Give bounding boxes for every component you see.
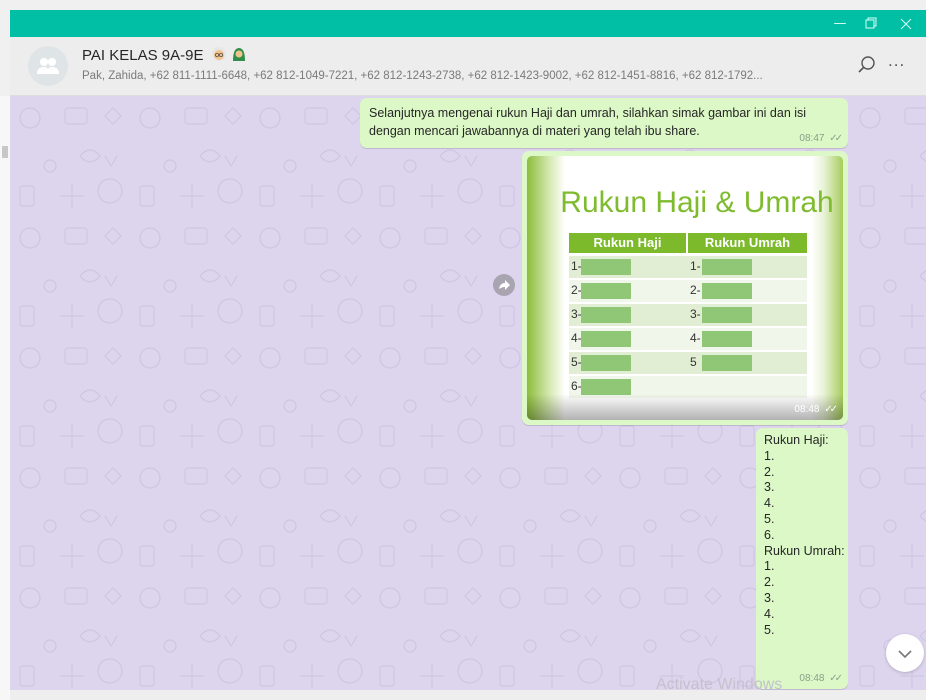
message-bubble[interactable]: Rukun Haji: 1. 2. 3. 4. 5. 6. Rukun Umra…	[756, 428, 848, 689]
message-time: 08:47	[799, 133, 825, 144]
scroll-down-button[interactable]	[886, 634, 924, 672]
message-time: 08:48	[794, 404, 820, 415]
row-label-umrah: 3-	[690, 307, 701, 321]
compose-bar-edge	[10, 690, 926, 700]
image-table-header-haji: Rukun Haji	[569, 233, 686, 253]
image-table-row: 2- 2-	[569, 280, 807, 302]
restore-icon[interactable]	[856, 14, 884, 34]
old-woman-emoji	[211, 47, 226, 61]
image-title: Rukun Haji & Umrah	[560, 186, 834, 219]
title-bar: —	[10, 10, 926, 37]
blank-box	[702, 331, 752, 347]
message-line: 4.	[764, 606, 775, 621]
message-line: 1.	[764, 448, 775, 463]
search-icon[interactable]	[854, 52, 880, 78]
message-time: 08:48	[799, 673, 825, 684]
message-lines: Rukun Haji: 1. 2. 3. 4. 5. 6. Rukun Umra…	[764, 433, 845, 638]
image-table-row: 5- 5	[569, 352, 807, 374]
left-edge-mark	[2, 146, 8, 158]
woman-headscarf-emoji	[232, 48, 245, 61]
forward-icon	[499, 280, 510, 290]
chat-panel[interactable]: Selanjutnya mengenai rukun Haji dan umra…	[10, 96, 926, 700]
blank-box	[702, 259, 752, 275]
forward-button[interactable]	[493, 274, 515, 296]
activate-windows-watermark: Activate Windows	[656, 676, 783, 693]
blank-box	[702, 283, 752, 299]
image-table-row: 1- 1-	[569, 256, 807, 278]
message-text: Selanjutnya mengenai rukun Haji dan umra…	[369, 106, 807, 138]
blank-box	[702, 307, 752, 323]
row-label-umrah: 1-	[690, 259, 701, 273]
image-table-row: 3- 3-	[569, 304, 807, 326]
message-line: 1.	[764, 559, 775, 574]
message-line: Rukun Haji:	[764, 433, 829, 447]
group-title[interactable]: PAI KELAS 9A-9E	[82, 46, 247, 64]
message-line: 5.	[764, 622, 775, 637]
blank-box	[581, 331, 631, 347]
left-edge	[0, 96, 10, 700]
message-line: Rukun Umrah:	[764, 543, 845, 558]
message-line: 3.	[764, 590, 775, 605]
double-check-icon: ✓✓	[829, 673, 843, 684]
group-icon	[37, 58, 59, 74]
row-label-umrah: 4-	[690, 331, 701, 345]
blank-box	[702, 355, 752, 371]
menu-dots-icon[interactable]: ...	[888, 51, 914, 77]
message-image[interactable]: Rukun Haji & Umrah Rukun Haji Rukun Umra…	[527, 156, 843, 420]
message-line: 3.	[764, 480, 775, 495]
blank-box	[581, 355, 631, 371]
message-meta: 08:47 ✓✓	[799, 133, 843, 144]
chevron-down-icon	[898, 650, 912, 659]
group-avatar[interactable]	[28, 46, 68, 86]
group-members: Pak, Zahida, +62 811-1111-6648, +62 812-…	[82, 70, 763, 82]
image-table-row: 4- 4-	[569, 328, 807, 350]
chat-header[interactable]: PAI KELAS 9A-9E Pak, Zahida, +62 811-111…	[10, 37, 926, 96]
double-check-icon: ✓✓	[829, 133, 843, 144]
minimize-icon[interactable]: —	[826, 14, 854, 34]
group-name: PAI KELAS 9A-9E	[82, 47, 204, 64]
message-bubble[interactable]: Selanjutnya mengenai rukun Haji dan umra…	[360, 98, 848, 148]
blank-box	[581, 307, 631, 323]
message-meta: 08:48 ✓✓	[799, 673, 843, 684]
blank-box	[581, 259, 631, 275]
image-meta: 08:48 ✓✓	[794, 404, 838, 415]
message-line: 6.	[764, 527, 775, 542]
double-check-icon: ✓✓	[824, 404, 838, 415]
message-line: 2.	[764, 464, 775, 479]
row-label-umrah: 5	[690, 355, 697, 369]
message-line: 2.	[764, 575, 775, 590]
image-message-bubble[interactable]: Rukun Haji & Umrah Rukun Haji Rukun Umra…	[522, 151, 848, 425]
message-line: 4.	[764, 496, 775, 511]
close-icon[interactable]	[892, 14, 920, 34]
blank-box	[581, 283, 631, 299]
row-label-umrah: 2-	[690, 283, 701, 297]
message-line: 5.	[764, 511, 775, 526]
blank-box	[581, 379, 631, 395]
image-table-header-umrah: Rukun Umrah	[688, 233, 807, 253]
